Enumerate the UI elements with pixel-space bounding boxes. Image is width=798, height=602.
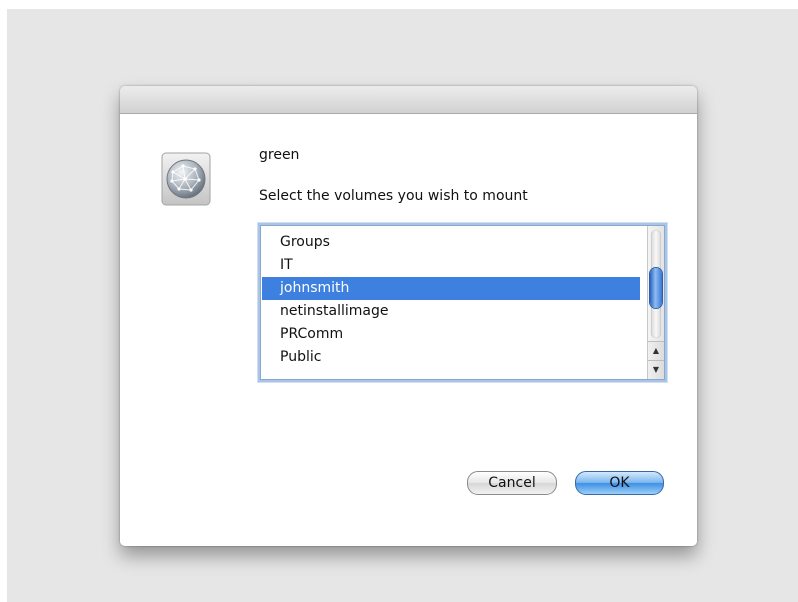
- list-item[interactable]: Public: [262, 346, 640, 369]
- server-name: green: [259, 147, 300, 163]
- scroll-down-arrow-icon[interactable]: ▼: [648, 360, 664, 379]
- list-item-selected[interactable]: johnsmith: [262, 277, 640, 300]
- vertical-scrollbar[interactable]: ▲ ▼: [647, 226, 664, 379]
- volume-list[interactable]: Groups IT johnsmith netinstallimage PRCo…: [260, 225, 665, 380]
- volume-list-rows: Groups IT johnsmith netinstallimage PRCo…: [262, 231, 640, 369]
- list-item[interactable]: Groups: [262, 231, 640, 254]
- dialog-content: green Select the volumes you wish to mou…: [120, 114, 697, 546]
- list-item[interactable]: PRComm: [262, 323, 640, 346]
- mount-volumes-dialog: green Select the volumes you wish to mou…: [120, 86, 697, 546]
- list-item[interactable]: IT: [262, 254, 640, 277]
- prompt-text: Select the volumes you wish to mount: [259, 188, 528, 204]
- cancel-button[interactable]: Cancel: [467, 471, 557, 495]
- list-item[interactable]: netinstallimage: [262, 300, 640, 323]
- network-globe-icon: [161, 152, 211, 206]
- scroll-up-arrow-icon[interactable]: ▲: [648, 341, 664, 360]
- ok-button[interactable]: OK: [575, 471, 664, 495]
- scroll-thumb[interactable]: [650, 268, 662, 308]
- dialog-titlebar: [120, 86, 697, 114]
